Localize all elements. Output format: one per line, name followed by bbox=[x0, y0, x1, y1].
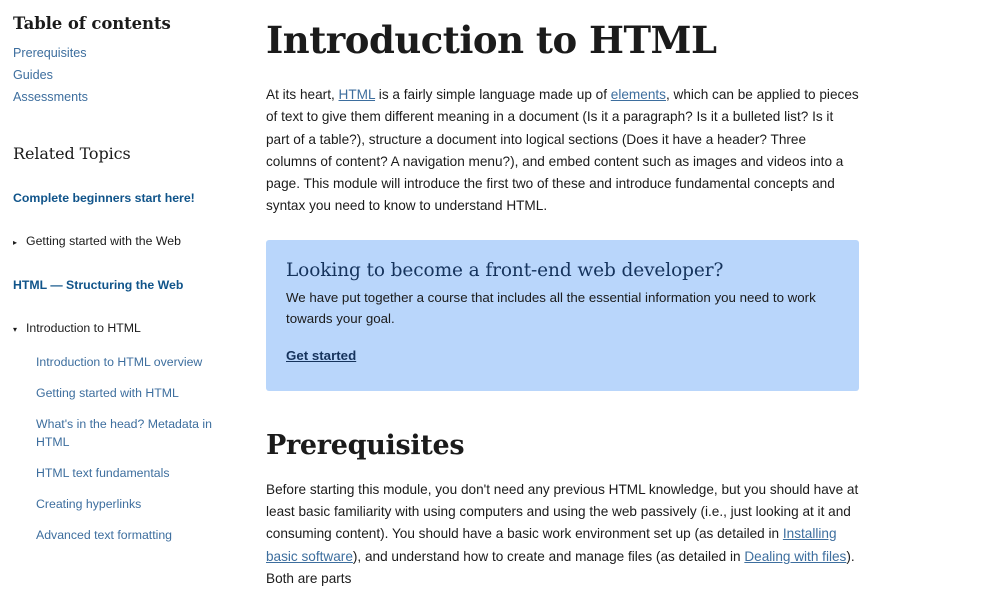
section-title-prerequisites: Prerequisites bbox=[266, 429, 465, 461]
page-root: Table of contents Prerequisites Guides A… bbox=[0, 0, 1000, 586]
inline-link-dealing-with-files[interactable]: Dealing with files bbox=[744, 549, 846, 564]
nav-toggle-introduction-to-html[interactable]: ▾ Introduction to HTML bbox=[13, 320, 236, 338]
nav-subitem-getting-started-with-html[interactable]: Getting started with HTML bbox=[36, 386, 179, 400]
intro-text-part-1: At its heart, bbox=[266, 87, 339, 102]
sidebar: Table of contents Prerequisites Guides A… bbox=[0, 0, 248, 557]
callout-body: We have put together a course that inclu… bbox=[286, 289, 816, 326]
callout-title: Looking to become a front-end web develo… bbox=[286, 259, 724, 281]
nav-subitem-introduction-to-html-overview[interactable]: Introduction to HTML overview bbox=[36, 355, 202, 369]
prerequisites-paragraph: Before starting this module, you don't n… bbox=[266, 479, 860, 590]
nav-toggle-getting-started-with-the-web[interactable]: ▸ Getting started with the Web bbox=[13, 233, 236, 251]
intro-text-part-2: is a fairly simple language made up of bbox=[375, 87, 611, 102]
nav-section-html-structuring: HTML — Structuring the Web ▾ Introductio… bbox=[13, 277, 236, 544]
chevron-right-icon[interactable]: ▸ bbox=[13, 235, 21, 251]
intro-text-part-3: , which can be applied to pieces of text… bbox=[266, 87, 859, 214]
list-item: Guides bbox=[13, 66, 236, 84]
related-topics-title: Related Topics bbox=[13, 144, 131, 163]
list-item: Prerequisites bbox=[13, 44, 236, 62]
nav-item-introduction-to-html[interactable]: Introduction to HTML bbox=[26, 320, 141, 336]
nav-heading-complete-beginners[interactable]: Complete beginners start here! bbox=[13, 190, 236, 206]
list-item: Getting started with HTML bbox=[36, 384, 236, 402]
list-item: Advanced text formatting bbox=[36, 526, 236, 544]
list-item: HTML text fundamentals bbox=[36, 464, 236, 482]
nav-subitem-advanced-text-formatting[interactable]: Advanced text formatting bbox=[36, 528, 172, 542]
page-title: Introduction to HTML bbox=[266, 18, 717, 62]
nav-section-beginners: Complete beginners start here! ▸ Getting… bbox=[13, 190, 236, 251]
toc-link-prerequisites[interactable]: Prerequisites bbox=[13, 44, 87, 62]
nav-heading-html-structuring-the-web[interactable]: HTML — Structuring the Web bbox=[13, 277, 236, 293]
intro-paragraph: At its heart, HTML is a fairly simple la… bbox=[266, 84, 860, 218]
nav-subitem-creating-hyperlinks[interactable]: Creating hyperlinks bbox=[36, 497, 141, 511]
inline-link-elements[interactable]: elements bbox=[611, 87, 666, 102]
table-of-contents-list: Prerequisites Guides Assessments bbox=[13, 44, 236, 106]
chevron-down-icon[interactable]: ▾ bbox=[13, 322, 21, 338]
prerequisites-text-part-2: ), and understand how to create and mana… bbox=[352, 548, 745, 564]
callout-box: Looking to become a front-end web develo… bbox=[266, 239, 859, 391]
nav-subitem-html-text-fundamentals[interactable]: HTML text fundamentals bbox=[36, 466, 170, 480]
nav-item-getting-started-with-the-web[interactable]: Getting started with the Web bbox=[26, 233, 181, 249]
table-of-contents-title: Table of contents bbox=[13, 14, 171, 33]
list-item: Assessments bbox=[13, 88, 236, 106]
toc-link-guides[interactable]: Guides bbox=[13, 66, 53, 84]
toc-link-assessments[interactable]: Assessments bbox=[13, 88, 88, 106]
list-item: What's in the head? Metadata in HTML bbox=[36, 415, 236, 451]
inline-link-html[interactable]: HTML bbox=[339, 87, 376, 102]
nav-sublist-introduction-to-html: Introduction to HTML overview Getting st… bbox=[13, 353, 236, 544]
main-content: Introduction to HTML At its heart, HTML … bbox=[248, 0, 1000, 590]
prerequisites-text-part-1: Before starting this module, you don't n… bbox=[266, 481, 859, 542]
nav-subitem-whats-in-the-head-metadata-in-html[interactable]: What's in the head? Metadata in HTML bbox=[36, 417, 212, 449]
list-item: Creating hyperlinks bbox=[36, 495, 236, 513]
get-started-link[interactable]: Get started bbox=[286, 348, 356, 363]
list-item: Introduction to HTML overview bbox=[36, 353, 236, 371]
